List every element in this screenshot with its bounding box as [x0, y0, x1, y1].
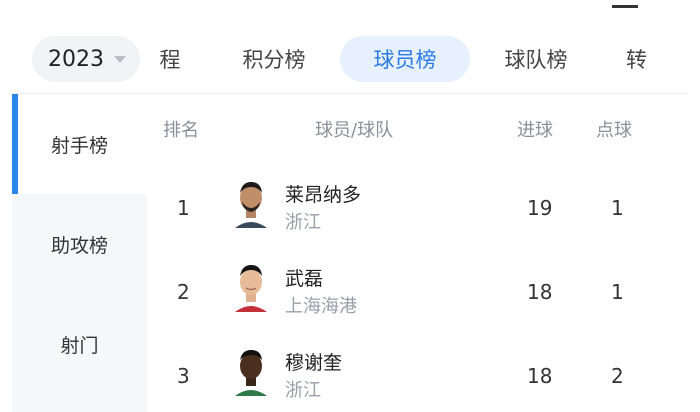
penalties-count: 1 [611, 196, 624, 220]
header-goals: 进球 [517, 120, 553, 141]
team-name[interactable]: 浙江 [285, 376, 321, 402]
season-year: 2023 [48, 46, 104, 72]
rank-number: 2 [177, 280, 190, 304]
player-name[interactable]: 莱昂纳多 [285, 180, 361, 207]
avatar [233, 346, 269, 396]
season-selector[interactable]: 2023 [32, 36, 140, 82]
goals-count: 18 [527, 364, 553, 388]
table-row[interactable]: 1 莱昂纳多 浙江 19 1 [147, 168, 687, 252]
tab-schedule[interactable]: 程 [150, 36, 190, 82]
header-penalties: 点球 [596, 120, 632, 141]
avatar [233, 262, 269, 312]
menu-icon[interactable] [612, 0, 638, 8]
player-name[interactable]: 武磊 [285, 264, 323, 291]
table-row[interactable]: 3 穆谢奎 浙江 18 2 [147, 336, 687, 412]
tab-transfers[interactable]: 转 [626, 36, 666, 82]
header-player-team: 球员/球队 [315, 120, 394, 141]
ranking-type-sidebar: 射手榜 助攻榜 射门 [12, 94, 147, 412]
table-row[interactable]: 2 武磊 上海海港 18 1 [147, 252, 687, 336]
top-nav-cutoff [0, 0, 700, 14]
tab-player-ranking[interactable]: 球员榜 [340, 36, 470, 82]
penalties-count: 1 [611, 280, 624, 304]
sidebar-item-top-scorers[interactable]: 射手榜 [12, 94, 147, 194]
sidebar-item-label: 射手榜 [50, 134, 108, 157]
tab-standings[interactable]: 积分榜 [228, 36, 320, 82]
goals-count: 18 [527, 280, 553, 304]
header-rank: 排名 [163, 120, 199, 141]
sidebar-item-label: 助攻榜 [50, 234, 108, 257]
player-name[interactable]: 穆谢奎 [285, 348, 342, 375]
rank-number: 1 [177, 196, 190, 220]
sidebar-item-assists[interactable]: 助攻榜 [12, 194, 147, 294]
rank-number: 3 [177, 364, 190, 388]
sidebar-item-label: 射门 [60, 334, 99, 357]
player-ranking-screen: 2023 程 积分榜 球员榜 球队榜 转 射手榜 助攻榜 射门 排名 球员/球队… [0, 0, 700, 412]
avatar [233, 178, 269, 228]
goals-count: 19 [527, 196, 553, 220]
team-name[interactable]: 上海海港 [285, 292, 357, 318]
tab-team-ranking[interactable]: 球队榜 [490, 36, 582, 82]
chevron-down-icon [114, 56, 126, 63]
sidebar-item-shots[interactable]: 射门 [12, 294, 147, 394]
team-name[interactable]: 浙江 [285, 208, 321, 234]
penalties-count: 2 [611, 364, 624, 388]
